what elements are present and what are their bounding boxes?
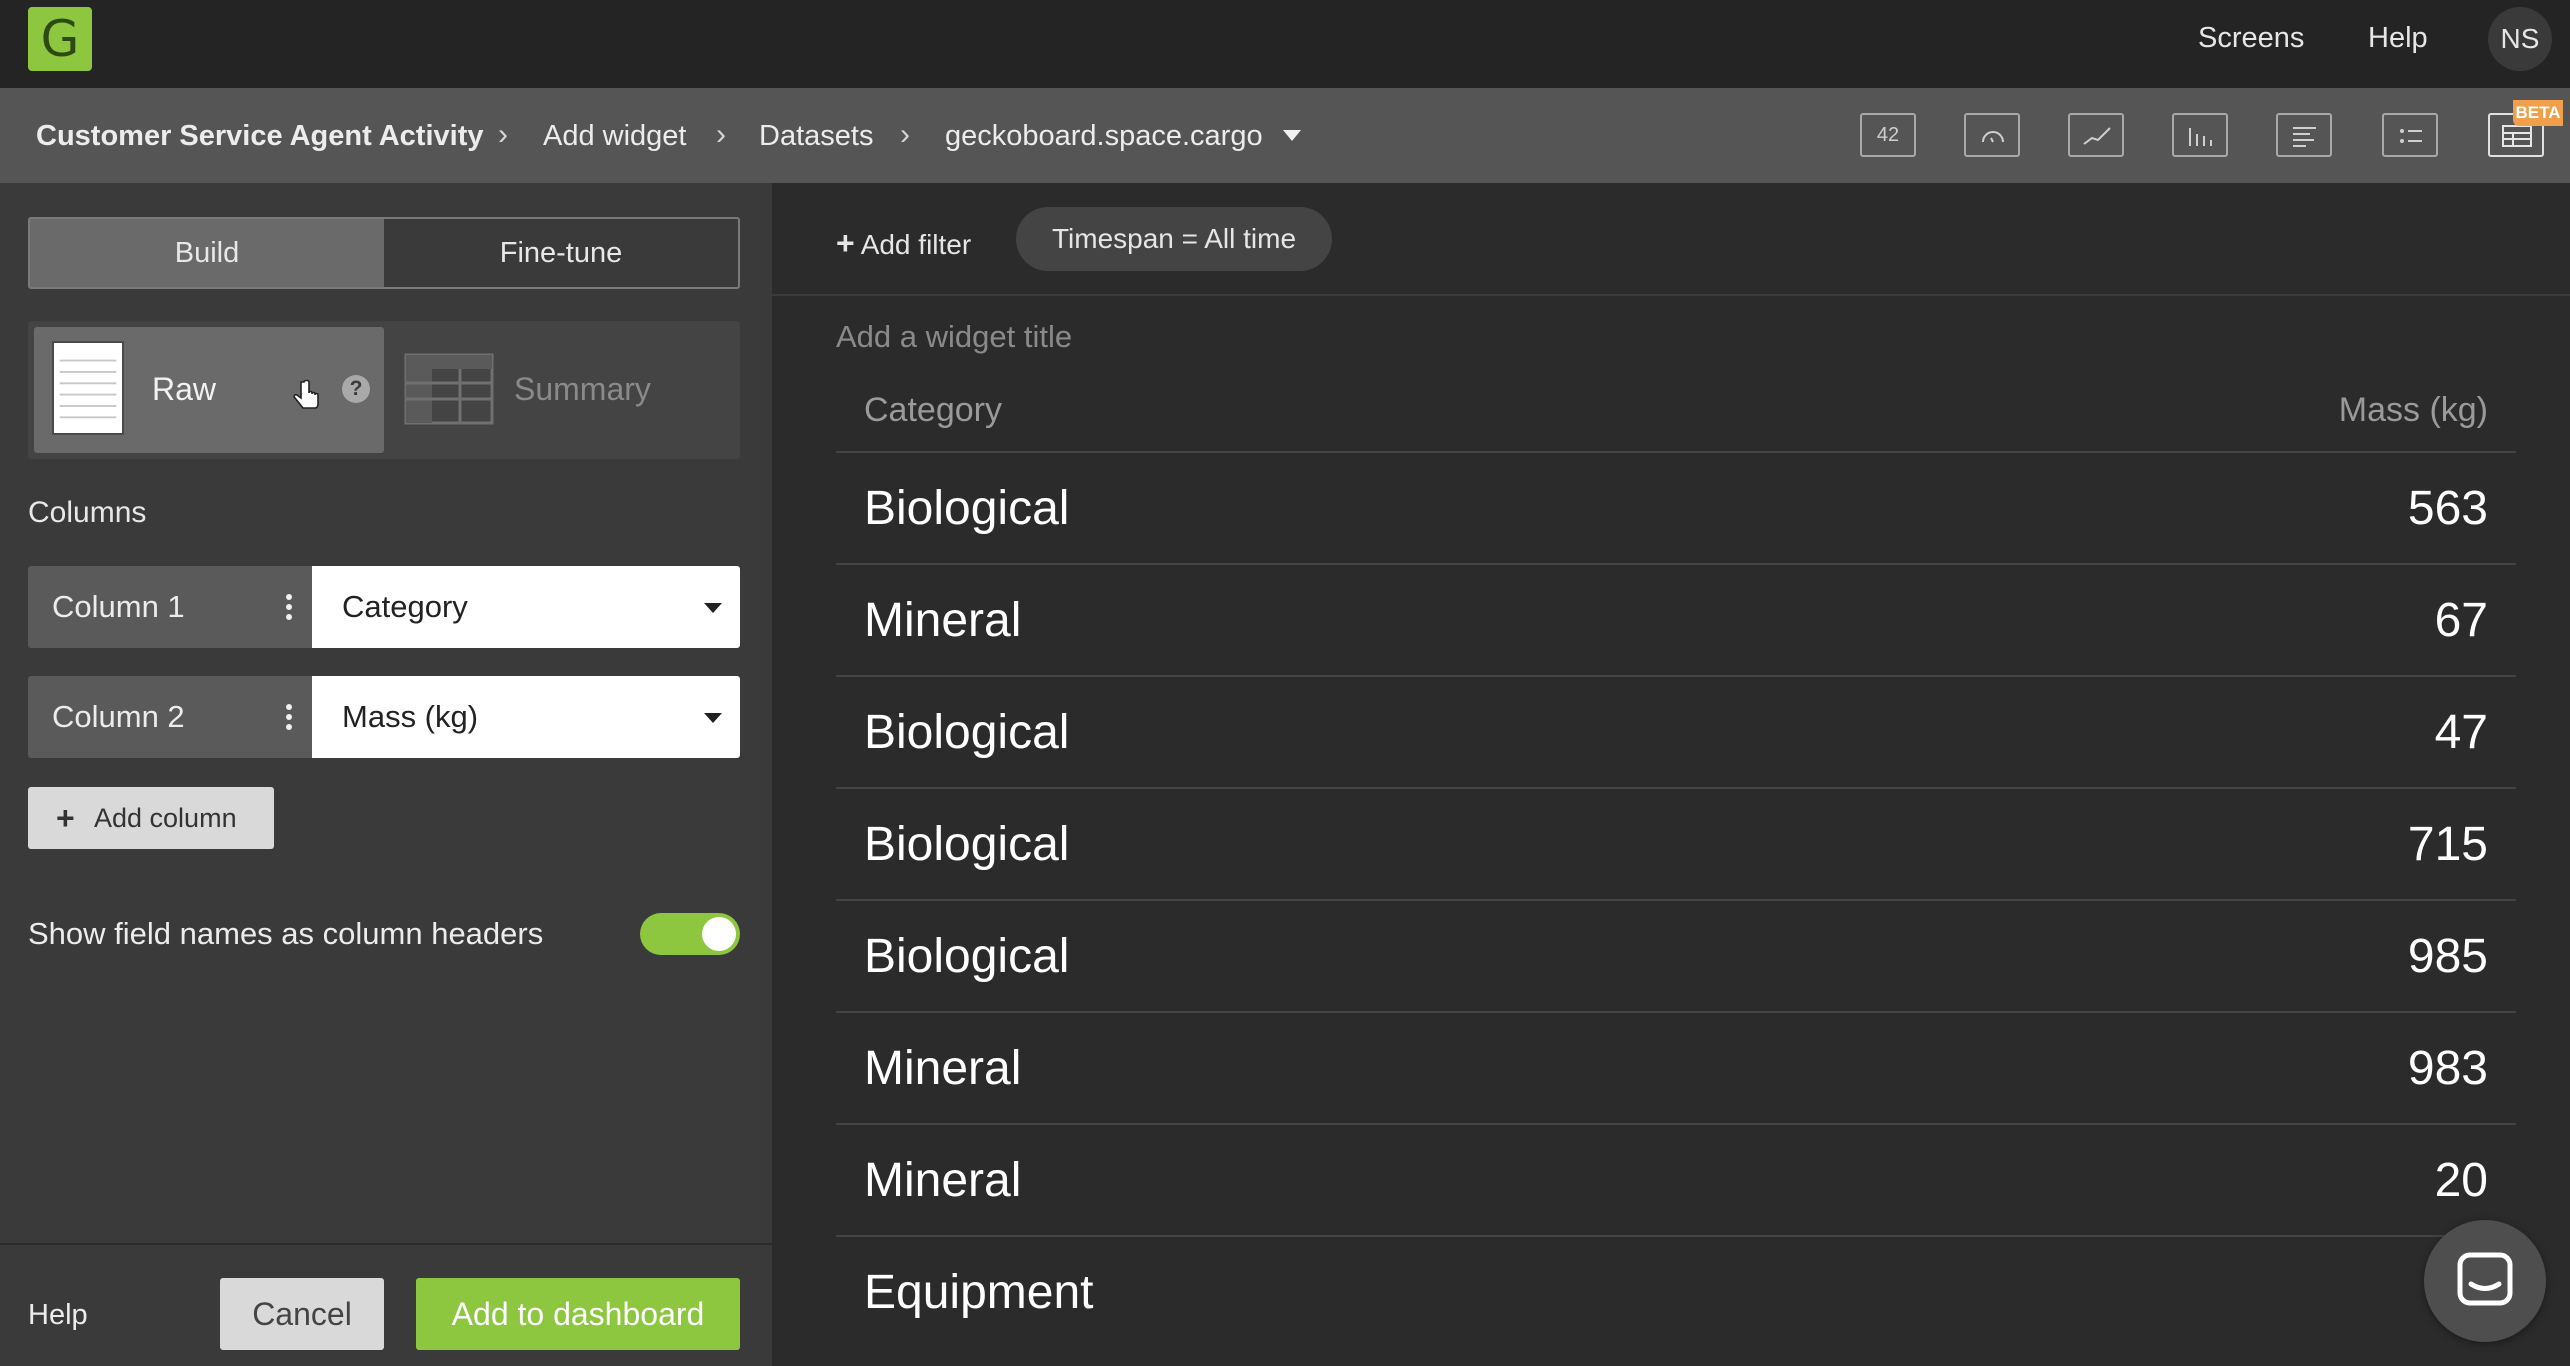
- tab-build[interactable]: Build: [30, 219, 384, 287]
- plus-icon: +: [836, 225, 855, 261]
- column-chart-icon: [2189, 128, 2212, 146]
- cell-mass: 983: [2407, 1042, 2488, 1095]
- table-row: Biological 47: [836, 677, 2516, 789]
- breadcrumb-add-widget[interactable]: Add widget: [543, 120, 687, 153]
- column-1-label: Column 1: [28, 566, 312, 648]
- cell-mass: 20: [2434, 1154, 2488, 1207]
- summary-mode-option[interactable]: Summary: [514, 371, 651, 408]
- breadcrumb-datasets[interactable]: Datasets: [759, 120, 873, 153]
- widget-title-input[interactable]: Add a widget title: [836, 319, 1072, 355]
- column-2-select[interactable]: Mass (kg): [312, 676, 740, 758]
- column-row: Column 1 Category: [28, 566, 740, 648]
- top-bar: G Screens Help NS: [0, 0, 2570, 88]
- chat-launcher-button[interactable]: [2424, 1220, 2546, 1342]
- avatar[interactable]: NS: [2488, 7, 2552, 71]
- hand-cursor-icon: [293, 379, 319, 409]
- dataset-dropdown-caret-icon[interactable]: [1283, 130, 1301, 141]
- column-1-menu-icon[interactable]: [286, 594, 294, 624]
- column-2-menu-icon[interactable]: [286, 704, 294, 734]
- leaderboard-icon: [2400, 129, 2422, 143]
- cell-category: Biological: [864, 818, 1070, 871]
- raw-table-icon: [52, 341, 124, 435]
- cell-category: Mineral: [864, 1154, 1022, 1207]
- raw-mode-label: Raw: [152, 371, 217, 407]
- cell-category: Mineral: [864, 594, 1022, 647]
- chevron-down-icon: [704, 603, 722, 613]
- filter-bar: + Add filter Timespan = All time: [772, 183, 2570, 296]
- panel-footer: Help Cancel Add to dashboard: [0, 1243, 772, 1366]
- gauge-widget-button[interactable]: [1964, 113, 2020, 157]
- summary-table-icon: [404, 353, 494, 425]
- leaderboard-widget-button[interactable]: [2382, 113, 2438, 157]
- table-icon: [2502, 125, 2532, 147]
- cell-mass: 985: [2407, 930, 2488, 983]
- timespan-filter-chip[interactable]: Timespan = All time: [1016, 207, 1332, 271]
- add-to-dashboard-button[interactable]: Add to dashboard: [416, 1278, 740, 1350]
- column-row: Column 2 Mass (kg): [28, 676, 740, 758]
- help-link[interactable]: Help: [2368, 22, 2428, 55]
- cell-mass: 67: [2434, 594, 2488, 647]
- widget-preview: + Add filter Timespan = All time Add a wi…: [772, 183, 2570, 1366]
- table-row: Equipment 7: [836, 1237, 2516, 1349]
- columns-heading: Columns: [28, 496, 147, 529]
- breadcrumb-dashboard[interactable]: Customer Service Agent Activity: [36, 120, 484, 153]
- chat-icon: [2457, 1252, 2513, 1306]
- table-row: Biological 715: [836, 789, 2516, 901]
- build-panel: Build Fine-tune Raw ? Summary Columns Co…: [0, 183, 772, 1366]
- cell-category: Biological: [864, 706, 1070, 759]
- show-headers-toggle[interactable]: [640, 913, 740, 955]
- table-row: Mineral 67: [836, 565, 2516, 677]
- table-row: Biological 563: [836, 453, 2516, 565]
- cell-mass: 563: [2407, 482, 2488, 535]
- column-2-label: Column 2: [28, 676, 312, 758]
- chevron-down-icon: [704, 713, 722, 723]
- breadcrumb: Customer Service Agent Activity › Add wi…: [0, 88, 2570, 183]
- cell-category: Biological: [864, 930, 1070, 983]
- geckoboard-logo[interactable]: G: [28, 7, 92, 71]
- breadcrumb-dataset-name[interactable]: geckoboard.space.cargo: [945, 120, 1263, 153]
- table-row: Mineral 983: [836, 1013, 2516, 1125]
- plus-icon: +: [56, 800, 75, 836]
- bar-chart-widget-button[interactable]: [2276, 113, 2332, 157]
- cell-category: Equipment: [864, 1266, 1094, 1319]
- build-finetune-tabs: Build Fine-tune: [28, 217, 740, 289]
- cell-mass: 47: [2434, 706, 2488, 759]
- line-chart-icon: [2083, 127, 2111, 145]
- screens-link[interactable]: Screens: [2198, 22, 2304, 55]
- add-filter-button[interactable]: + Add filter: [836, 225, 971, 262]
- table-row: Biological 985: [836, 901, 2516, 1013]
- table-row: Mineral 20: [836, 1125, 2516, 1237]
- number-widget-button[interactable]: 42: [1860, 113, 1916, 157]
- cancel-button[interactable]: Cancel: [220, 1278, 384, 1350]
- line-chart-widget-button[interactable]: [2068, 113, 2124, 157]
- breadcrumb-separator: ›: [900, 118, 910, 151]
- table-mode-selector: Raw ? Summary: [28, 321, 740, 459]
- add-column-button[interactable]: + Add column: [28, 787, 274, 849]
- footer-help-link[interactable]: Help: [28, 1299, 88, 1332]
- show-headers-label: Show field names as column headers: [28, 916, 544, 951]
- toggle-knob: [702, 917, 736, 951]
- add-column-label: Add column: [94, 803, 237, 833]
- number-icon: 42: [1876, 124, 1900, 146]
- help-icon[interactable]: ?: [342, 375, 370, 403]
- cell-mass: 715: [2407, 818, 2488, 871]
- raw-mode-option[interactable]: Raw ?: [34, 327, 384, 453]
- add-filter-label: Add filter: [860, 229, 972, 260]
- tab-fine-tune[interactable]: Fine-tune: [384, 219, 738, 287]
- breadcrumb-separator: ›: [716, 118, 726, 151]
- bar-chart-icon: [2293, 127, 2316, 147]
- preview-table: Category Mass (kg) Biological 563 Minera…: [836, 373, 2516, 1349]
- table-header: Category Mass (kg): [836, 373, 2516, 453]
- gauge-icon: [1982, 131, 2004, 143]
- column-chart-widget-button[interactable]: [2172, 113, 2228, 157]
- cell-category: Biological: [864, 482, 1070, 535]
- breadcrumb-separator: ›: [498, 118, 508, 151]
- cell-category: Mineral: [864, 1042, 1022, 1095]
- header-category: Category: [864, 391, 1002, 429]
- header-mass: Mass (kg): [2338, 391, 2488, 429]
- column-1-select[interactable]: Category: [312, 566, 740, 648]
- beta-badge: BETA: [2513, 100, 2563, 126]
